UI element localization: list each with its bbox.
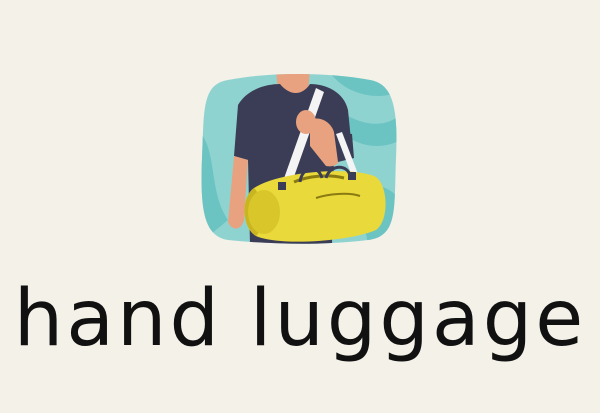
illustration-card (198, 70, 400, 245)
vocabulary-word: hand luggage (13, 274, 587, 364)
person-carrying-duffel-bag-icon (201, 74, 397, 244)
